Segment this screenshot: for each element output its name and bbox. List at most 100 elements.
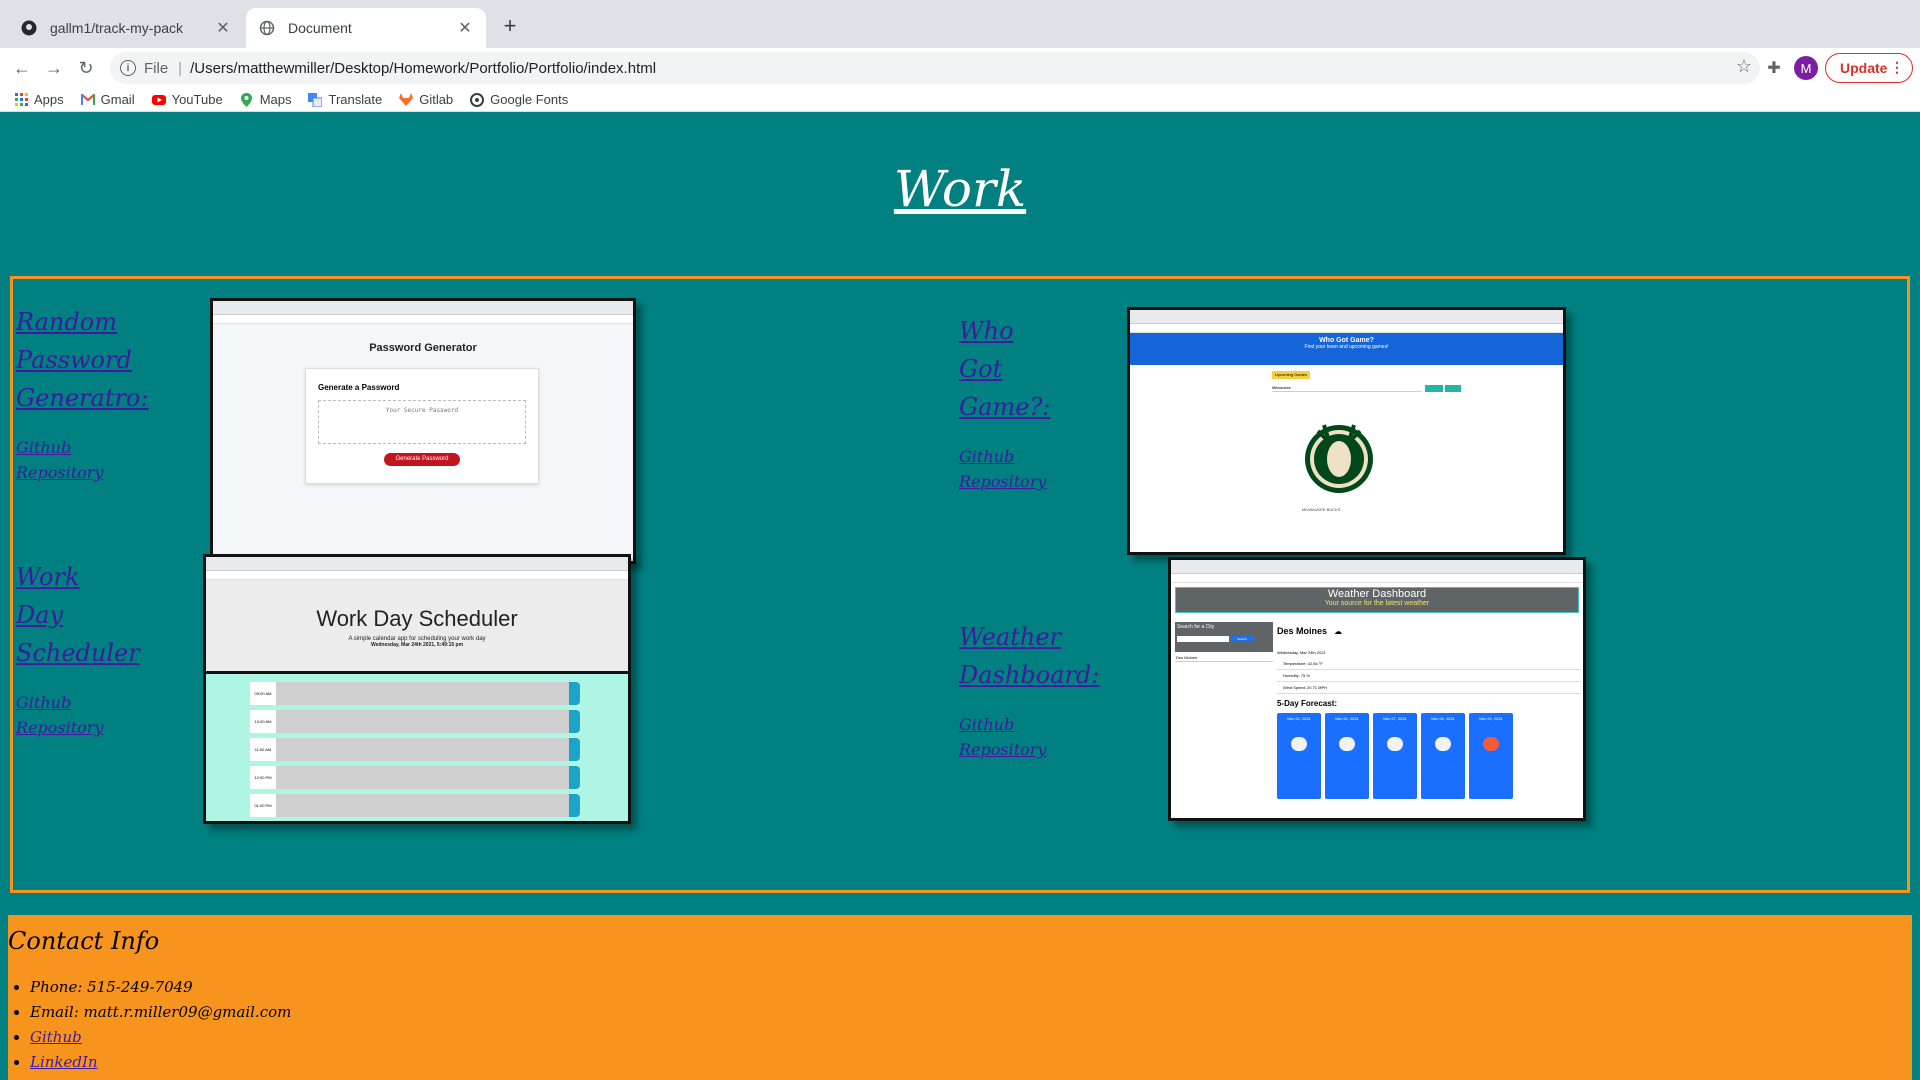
close-tab-icon[interactable]: ✕ (456, 18, 474, 38)
bookmark-youtube[interactable]: YouTube (151, 92, 223, 107)
contact-phone: Phone: 515-249-7049 (30, 975, 291, 1000)
bookmark-label: Google Fonts (490, 92, 569, 107)
forecast-card: Mar 26, 2021 (1325, 713, 1369, 799)
clear-button (1445, 385, 1461, 392)
new-tab-button[interactable]: + (496, 12, 524, 40)
bookmark-gitlab[interactable]: Gitlab (399, 92, 453, 107)
extensions-puzzle-icon[interactable]: ✚ (1762, 56, 1786, 80)
work-day-scheduler-screenshot: Work Day Scheduler A simple calendar app… (203, 554, 631, 824)
repo-line: Github (16, 438, 72, 457)
contact-section: Contact Info Phone: 515-249-7049 Email: … (8, 915, 1912, 1080)
forecast-date: Mar 25, 2021 (1287, 716, 1311, 721)
title-line: Game?: (959, 393, 1051, 421)
save-icon (569, 682, 580, 705)
forecast-card: Mar 29, 2021 (1469, 713, 1513, 799)
banner-subtitle: Find your team and upcoming games! (1304, 344, 1389, 350)
mini-address-bar (206, 571, 628, 580)
forecast-title: 5-Day Forecast: (1277, 699, 1338, 708)
scheduler-header: Work Day Scheduler A simple calendar app… (206, 580, 628, 674)
tab-strip: gallm1/track-my-pack ✕ Document ✕ + (0, 0, 1920, 48)
current-city: Des Moines (1277, 626, 1328, 636)
bookmark-translate[interactable]: Translate (308, 92, 382, 107)
weather-banner-subtitle: Your source for the latest weather (1324, 600, 1430, 607)
project-title-weather-dashboard[interactable]: Weather Dashboard: (959, 618, 1099, 694)
bookmark-maps[interactable]: Maps (240, 92, 292, 107)
wind-speed: Wind Speed: 20.71 MPH (1277, 682, 1581, 694)
gmail-icon (80, 93, 95, 107)
github-repo-link-weather-dashboard[interactable]: Github Repository (959, 712, 1046, 762)
city-search-button: Search (1231, 636, 1253, 642)
bookmark-apps[interactable]: Apps (14, 92, 64, 107)
title-line: Password (16, 346, 132, 374)
city-input (1177, 636, 1229, 642)
hour-row: 11:00 AM (250, 738, 580, 761)
bookmark-label: Gitlab (419, 92, 454, 107)
forecast-date: Mar 26, 2021 (1335, 716, 1359, 721)
page-title: Work (893, 160, 1027, 218)
team-input: Milwaukee (1272, 385, 1422, 392)
contact-linkedin-item: LinkedIn (30, 1050, 291, 1075)
tab-github[interactable]: gallm1/track-my-pack ✕ (8, 8, 244, 48)
repo-line: Github (16, 693, 72, 712)
hour-row: 01:00 PM (250, 794, 580, 817)
weather-banner: Weather Dashboard Your source for the la… (1175, 587, 1579, 613)
project-title-who-got-game[interactable]: Who Got Game?: (959, 312, 1050, 426)
github-repo-link-who-got-game[interactable]: Github Repository (959, 444, 1046, 494)
save-icon (569, 794, 580, 817)
project-title-password-generator[interactable]: Random Password Generatro: (16, 303, 148, 417)
forecast-card: Mar 27, 2021 (1373, 713, 1417, 799)
save-icon (569, 766, 580, 789)
cloud-icon (1435, 737, 1451, 751)
bookmark-google-fonts[interactable]: Google Fonts (470, 92, 568, 107)
github-repo-link-work-day-scheduler[interactable]: Github Repository (16, 690, 103, 740)
tab-document[interactable]: Document ✕ (246, 8, 486, 48)
bookmark-label: Apps (34, 92, 64, 107)
forward-arrow-icon[interactable]: → (42, 56, 66, 80)
back-arrow-icon[interactable]: ← (10, 56, 34, 80)
search-label: Search for a City (1177, 624, 1215, 630)
cloud-icon (1291, 737, 1307, 751)
profile-avatar[interactable]: M (1794, 56, 1818, 80)
contact-heading: Contact Info (8, 927, 160, 955)
mini-address-bar (1130, 324, 1563, 333)
bookmark-star-icon[interactable]: ☆ (1736, 56, 1752, 77)
hour-rows: 09:00 AM 10:00 AM 11:00 AM 12:00 PM 01:00 PM (206, 674, 628, 821)
address-bar[interactable]: i File | /Users/matthewmiller/Desktop/Ho… (110, 52, 1760, 84)
search-button (1425, 385, 1443, 392)
forecast-date: Mar 27, 2021 (1383, 716, 1407, 721)
password-card: Generate a Password Your Secure Password… (305, 368, 539, 484)
apps-grid-icon (14, 93, 28, 107)
reload-icon[interactable]: ↻ (74, 56, 98, 80)
project-title-work-day-scheduler[interactable]: Work Day Scheduler (16, 558, 140, 672)
update-button[interactable]: Update ⋮ (1825, 53, 1913, 83)
title-line: Generatro: (16, 384, 149, 412)
contact-list: Phone: 515-249-7049 Email: matt.r.miller… (30, 975, 291, 1075)
github-repo-link-password-generator[interactable]: Github Repository (16, 435, 103, 485)
forecast-cards: Mar 25, 2021 Mar 26, 2021 Mar 27, 2021 Mar … (1277, 713, 1577, 801)
hour-textarea (276, 682, 569, 705)
linkedin-link[interactable]: LinkedIn (30, 1053, 98, 1071)
city-history-item: Des Moines (1175, 654, 1273, 662)
current-date: Wednesday, Mar 24th 2021 (1277, 650, 1326, 655)
google-fonts-icon (470, 92, 485, 107)
repo-line: Repository (16, 463, 104, 482)
hour-textarea (276, 766, 569, 789)
github-link[interactable]: Github (30, 1028, 82, 1046)
weather-cloud-icon: ☁ (1334, 627, 1342, 636)
info-icon[interactable]: i (120, 60, 136, 76)
menu-dots-icon[interactable]: ⋮ (1890, 59, 1904, 76)
update-label: Update (1840, 60, 1888, 76)
bookmark-label: Maps (259, 92, 292, 107)
weather-banner-title: Weather Dashboard (1327, 588, 1427, 600)
bookmark-gmail[interactable]: Gmail (80, 92, 135, 107)
mini-browser-chrome (213, 301, 633, 315)
card-title: Generate a Password (318, 383, 400, 392)
password-generator-screenshot: Password Generator Generate a Password Y… (210, 298, 636, 564)
screenshot-heading: Password Generator (369, 342, 477, 354)
browser-toolbar: ← → ↻ i File | /Users/matthewmiller/Desk… (0, 48, 1920, 88)
screenshot-banner: Who Got Game? Find your team and upcomin… (1130, 333, 1563, 365)
hour-label: 09:00 AM (250, 682, 276, 705)
close-tab-icon[interactable]: ✕ (214, 18, 232, 38)
forecast-date: Mar 28, 2021 (1431, 716, 1455, 721)
bookmark-label: Gmail (100, 92, 135, 107)
